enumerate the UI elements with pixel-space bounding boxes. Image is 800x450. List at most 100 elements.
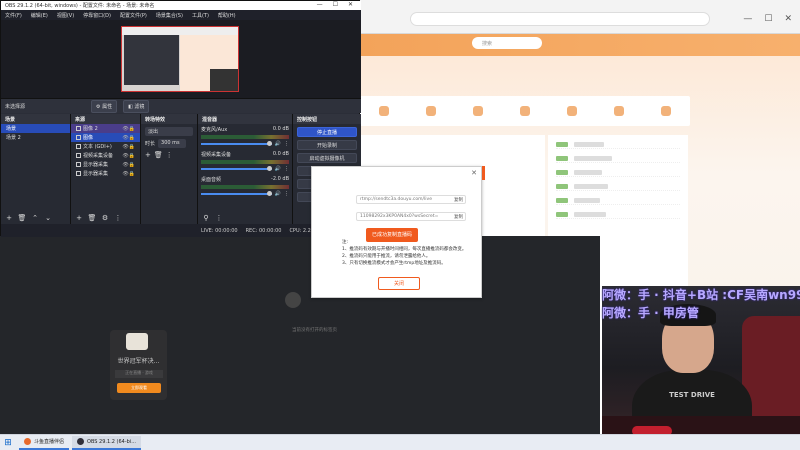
empty-state-message: 当前没有打开的标签页	[292, 328, 337, 333]
source-item[interactable]: 图像 2 👁🔒	[71, 124, 140, 133]
site-search-input[interactable]: 搜索	[472, 37, 542, 49]
add-icon[interactable]: +	[74, 214, 84, 223]
more-icon[interactable]: ⋮	[284, 141, 289, 147]
minimize-icon[interactable]: —	[743, 14, 752, 24]
nav-icon[interactable]	[567, 106, 578, 116]
link-icon[interactable]: ⚲	[201, 214, 211, 223]
speaker-icon[interactable]: 🔊	[275, 166, 281, 172]
add-icon[interactable]: +	[145, 151, 151, 159]
visibility-icon[interactable]: 👁🔒	[122, 126, 135, 132]
speaker-icon[interactable]: 🔊	[275, 141, 281, 147]
copy-key-button[interactable]: 复制	[454, 214, 463, 220]
server-field[interactable]: rtmp://sendtc3a.douyu.com/live	[356, 195, 466, 204]
nav-icon[interactable]	[614, 106, 625, 116]
visibility-icon[interactable]: 👁🔒	[122, 135, 135, 141]
properties-button[interactable]: ⚙ 属性	[91, 99, 118, 113]
filters-button[interactable]: ◧ 滤镜	[123, 99, 150, 113]
channel-name: 麦克风/Aux	[201, 127, 228, 133]
volume-meter	[201, 160, 289, 164]
copy-server-button[interactable]: 复制	[454, 197, 463, 203]
taskbar-app-label: 斗鱼直播伴侣	[34, 439, 65, 445]
volume-knob[interactable]	[266, 166, 272, 171]
menu-edit[interactable]: 编辑(E)	[31, 12, 48, 19]
source-toolbar: 未选择源 ⚙ 属性 ◧ 滤镜	[1, 98, 361, 113]
start-recording-button[interactable]: 开始录制	[297, 140, 357, 150]
transition-select[interactable]: 淡出	[145, 127, 193, 136]
more-icon[interactable]: ⋮	[284, 191, 289, 197]
maximize-icon[interactable]: ☐	[764, 14, 772, 24]
move-down-icon[interactable]: ⌄	[43, 214, 53, 223]
duration-input[interactable]: 300 ms	[158, 139, 187, 148]
volume-slider[interactable]	[201, 191, 272, 196]
menu-tools[interactable]: 工具(T)	[192, 12, 209, 19]
volume-knob[interactable]	[266, 141, 272, 146]
source-item[interactable]: 图像 👁🔒	[71, 133, 140, 142]
trash-icon[interactable]: 🗑	[87, 214, 97, 223]
volume-meter	[201, 185, 289, 189]
stream-key-field[interactable]: 11098292x3KP0AN4x0?wsSecret=	[356, 212, 466, 221]
nav-icon[interactable]	[661, 106, 672, 116]
menu-scene-collection[interactable]: 场景集合(S)	[156, 12, 183, 19]
volume-slider[interactable]	[201, 141, 272, 146]
scene-label: 场景 2	[6, 135, 21, 141]
trash-icon[interactable]: 🗑	[154, 151, 163, 159]
menu-view[interactable]: 视图(V)	[57, 12, 74, 19]
trash-icon[interactable]: 🗑	[17, 214, 27, 223]
visibility-icon[interactable]: 👁🔒	[122, 144, 135, 150]
empty-canvas	[0, 236, 600, 434]
nav-icon[interactable]	[378, 106, 389, 116]
taskbar-app-douyu[interactable]: 斗鱼直播伴侣	[19, 436, 70, 450]
windows-start-icon[interactable]: ⊞	[0, 435, 16, 450]
source-label: 图像 2	[83, 126, 98, 132]
close-icon[interactable]: ✕	[784, 14, 792, 24]
visibility-icon[interactable]: 👁🔒	[122, 162, 135, 168]
preview-window	[124, 35, 179, 85]
nav-icon[interactable]	[519, 106, 530, 116]
menu-help[interactable]: 帮助(H)	[218, 12, 236, 19]
maximize-icon[interactable]: ☐	[333, 1, 338, 8]
obs-preview-canvas[interactable]	[121, 26, 239, 92]
nav-icon[interactable]	[472, 106, 483, 116]
source-item[interactable]: 文本 (GDI+) 👁🔒	[71, 142, 140, 151]
address-bar[interactable]	[410, 12, 710, 26]
scene-label: 场景	[6, 126, 17, 132]
volume-knob[interactable]	[266, 191, 272, 196]
menu-file[interactable]: 文件(F)	[5, 12, 22, 19]
source-item[interactable]: 显示器采集 👁🔒	[71, 169, 140, 178]
taskbar-app-label: OBS 29.1.2 (64-bi...	[87, 438, 136, 445]
site-nav	[360, 96, 690, 126]
gear-icon[interactable]: ⚙	[100, 214, 110, 223]
nav-icon[interactable]	[425, 106, 436, 116]
source-item[interactable]: 显示器采集 👁🔒	[71, 160, 140, 169]
dialog-notes: 注: 1、推流码有效期与开播时间相同，每次直播推流码都会改变。 2、推流码只能用…	[342, 239, 472, 267]
menu-docks[interactable]: 停靠窗口(D)	[83, 12, 111, 19]
menu-profile[interactable]: 配置文件(P)	[120, 12, 147, 19]
scene-item[interactable]: 场景	[1, 124, 70, 133]
close-icon[interactable]: ✕	[348, 1, 353, 8]
stop-streaming-button[interactable]: 停止直播	[297, 127, 357, 137]
more-icon[interactable]: ⋮	[166, 151, 173, 159]
source-item[interactable]: 视频采集设备 👁🔒	[71, 151, 140, 160]
taskbar-app-obs[interactable]: OBS 29.1.2 (64-bi...	[72, 435, 141, 450]
scene-item[interactable]: 场景 2	[1, 133, 70, 142]
visibility-icon[interactable]: 👁🔒	[122, 171, 135, 177]
visibility-icon[interactable]: 👁🔒	[122, 153, 135, 159]
source-label: 显示器采集	[83, 162, 109, 168]
more-icon[interactable]: ⋮	[214, 214, 224, 223]
speaker-icon[interactable]: 🔊	[275, 191, 281, 197]
move-up-icon[interactable]: ⌃	[30, 214, 40, 223]
more-icon[interactable]: ⋮	[284, 166, 289, 172]
minimize-icon[interactable]: —	[317, 1, 323, 8]
card-title: 世界冠军杯决...	[117, 358, 160, 365]
mixer-title: 混音器	[198, 114, 292, 124]
rec-status: REC: 00:00:00	[245, 227, 282, 234]
add-icon[interactable]: +	[4, 214, 14, 223]
close-icon[interactable]: ✕	[471, 169, 477, 177]
card-button[interactable]: 立即观看	[117, 383, 161, 393]
dialog-close-button[interactable]: 关闭	[378, 277, 420, 290]
virtual-camera-button[interactable]: 启动虚拟摄像机	[297, 153, 357, 163]
volume-slider[interactable]	[201, 166, 272, 171]
properties-label: 属性	[102, 103, 113, 110]
obs-title: OBS 29.1.2 (64-bit, windows) - 配置文件: 未命名…	[5, 3, 155, 9]
more-icon[interactable]: ⋮	[113, 214, 123, 223]
